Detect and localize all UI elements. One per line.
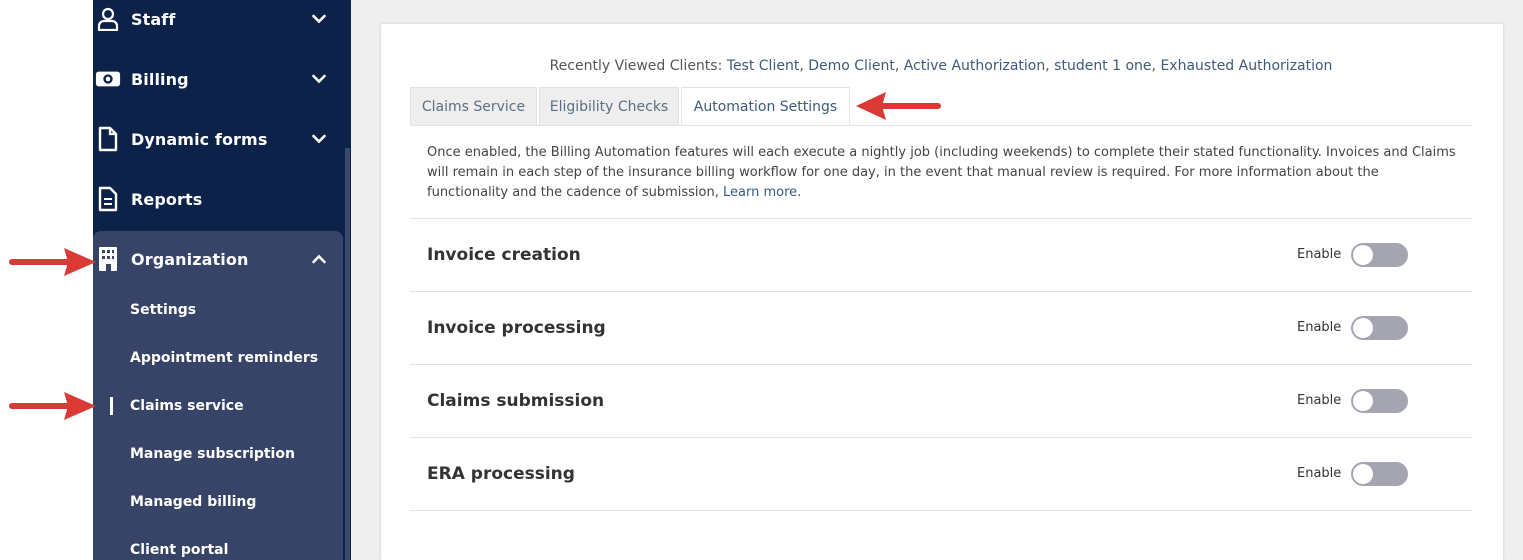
description-text: Once enabled, the Billing Automation fea… — [427, 145, 1456, 200]
setting-title: Invoice processing — [427, 318, 606, 338]
sidebar-item-label: Dynamic forms — [131, 129, 268, 149]
sidebar-item-label: Staff — [131, 9, 176, 29]
tabs-divider — [410, 125, 1472, 126]
billing-icon — [95, 66, 121, 92]
enable-label: Enable — [1297, 320, 1342, 335]
row-divider — [410, 364, 1472, 365]
row-divider — [410, 437, 1472, 438]
annotation-arrow-icon — [9, 392, 96, 420]
enable-toggle[interactable] — [1351, 462, 1408, 486]
sidebar-subitem-settings[interactable]: Settings — [130, 302, 196, 318]
row-divider — [410, 218, 1472, 219]
setting-title: Invoice creation — [427, 245, 581, 265]
chevron-down-icon[interactable] — [309, 69, 329, 89]
sidebar-scrollbar[interactable] — [345, 148, 350, 560]
building-icon — [95, 246, 121, 272]
tab-claims-service[interactable]: Claims Service — [410, 87, 537, 125]
sidebar-subitem-manage-subscription[interactable]: Manage subscription — [130, 446, 295, 462]
sidebar-subitem-managed-billing[interactable]: Managed billing — [130, 494, 256, 510]
sidebar-item-label: Billing — [131, 69, 189, 89]
enable-label: Enable — [1297, 393, 1342, 408]
sidebar-item-staff[interactable]: Staff — [93, 0, 345, 41]
sidebar-item-organization[interactable]: Organization — [93, 237, 345, 281]
sidebar-item-label: Reports — [131, 189, 203, 209]
description-suffix: . — [797, 185, 802, 200]
organization-submenu: Organization — [93, 231, 343, 560]
toggle-knob — [1353, 464, 1373, 484]
sidebar-subitem-appointment-reminders[interactable]: Appointment reminders — [130, 350, 318, 366]
toggle-knob — [1353, 318, 1373, 338]
tab-eligibility-checks[interactable]: Eligibility Checks — [539, 87, 679, 125]
reports-icon — [95, 186, 121, 212]
recently-viewed-clients: Recently Viewed Clients: Test Client, De… — [549, 58, 1333, 74]
sidebar-item-dynamic-forms[interactable]: Dynamic forms — [93, 117, 345, 161]
sidebar: Staff Billing Dynamic forms Reports Orga… — [93, 0, 351, 560]
enable-toggle[interactable] — [1351, 389, 1408, 413]
enable-toggle[interactable] — [1351, 316, 1408, 340]
learn-more-link[interactable]: Learn more — [723, 185, 797, 200]
document-icon — [95, 126, 121, 152]
enable-label: Enable — [1297, 247, 1342, 262]
toggle-knob — [1353, 391, 1373, 411]
automation-description: Once enabled, the Billing Automation fea… — [427, 143, 1462, 203]
setting-title: Claims submission — [427, 391, 605, 411]
enable-toggle[interactable] — [1351, 243, 1408, 267]
row-divider — [410, 291, 1472, 292]
recent-client-link[interactable]: Demo Client — [808, 58, 895, 74]
setting-title: ERA processing — [427, 464, 575, 484]
chevron-down-icon[interactable] — [309, 9, 329, 29]
recent-client-link[interactable]: Active Authorization — [904, 58, 1046, 74]
sidebar-subitem-client-portal[interactable]: Client portal — [130, 542, 228, 558]
annotation-arrow-icon — [856, 92, 941, 120]
recent-client-link[interactable]: student 1 one — [1054, 58, 1151, 74]
annotation-arrow-icon — [9, 248, 96, 276]
chevron-up-icon[interactable] — [309, 249, 329, 269]
toggle-knob — [1353, 245, 1373, 265]
tab-automation-settings[interactable]: Automation Settings — [681, 87, 850, 126]
sidebar-item-billing[interactable]: Billing — [93, 57, 345, 101]
recently-viewed-label: Recently Viewed Clients: — [549, 58, 723, 74]
recent-client-link[interactable]: Exhausted Authorization — [1160, 58, 1332, 74]
staff-icon — [95, 6, 121, 32]
active-indicator — [110, 397, 113, 415]
chevron-down-icon[interactable] — [309, 129, 329, 149]
row-divider — [410, 510, 1472, 511]
sidebar-item-reports[interactable]: Reports — [93, 177, 345, 221]
sidebar-subitem-claims-service[interactable]: Claims service — [130, 398, 244, 414]
recent-client-link[interactable]: Test Client — [727, 58, 800, 74]
enable-label: Enable — [1297, 466, 1342, 481]
sidebar-item-label: Organization — [131, 249, 249, 269]
